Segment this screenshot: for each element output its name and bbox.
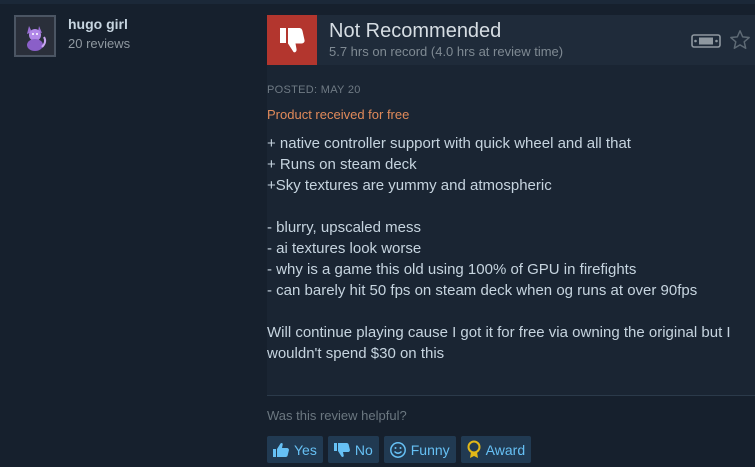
steam-deck-icon — [691, 34, 721, 53]
vote-header[interactable]: Not Recommended 5.7 hrs on record (4.0 h… — [267, 15, 755, 65]
reviewer-name[interactable]: hugo girl — [68, 16, 130, 32]
avatar-cat-icon — [27, 26, 47, 51]
award-label: Award — [485, 441, 526, 458]
divider — [267, 395, 755, 396]
review-line — [267, 301, 737, 322]
no-label: No — [354, 441, 373, 458]
review-card: Not Recommended 5.7 hrs on record (4.0 h… — [267, 15, 755, 467]
review-line: + Runs on steam deck — [267, 156, 417, 173]
rating-buttons: Yes No Funny Award — [267, 436, 536, 463]
review-body: + native controller support with quick w… — [267, 133, 737, 364]
posted-date: POSTED: MAY 20 — [267, 84, 361, 96]
review-line: - why is a game this old using 100% of G… — [267, 261, 637, 278]
hours-on-record: 5.7 hrs on record (4.0 hrs at review tim… — [329, 44, 564, 59]
reviewer-review-count[interactable]: 20 reviews — [68, 36, 130, 51]
funny-label: Funny — [410, 441, 450, 458]
top-separator — [0, 0, 755, 4]
review-verdict: Not Recommended — [329, 20, 502, 42]
review-line: - blurry, upscaled mess — [267, 219, 421, 236]
avatar[interactable] — [14, 15, 56, 57]
helpful-section: Was this review helpful? Yes No Funny Aw… — [267, 395, 755, 467]
award-ribbon-icon — [466, 440, 482, 460]
review-line: +Sky textures are yummy and atmospheric — [267, 177, 552, 194]
thumbs-up-icon — [272, 441, 290, 459]
yes-label: Yes — [294, 441, 317, 458]
award-button[interactable]: Award — [460, 436, 532, 463]
yes-button[interactable]: Yes — [267, 436, 323, 463]
reviewer-block: hugo girl 20 reviews — [14, 15, 130, 57]
no-button[interactable]: No — [327, 436, 379, 463]
star-outline-icon[interactable] — [729, 29, 751, 56]
received-free-note: Product received for free — [267, 107, 410, 122]
thumbs-down-icon — [267, 15, 317, 65]
review-line: Will continue playing cause I got it for… — [267, 324, 731, 362]
thumbs-down-icon — [333, 441, 351, 459]
review-line — [267, 196, 737, 217]
helpful-question: Was this review helpful? — [267, 408, 407, 423]
smiley-icon — [389, 441, 407, 459]
review-line: + native controller support with quick w… — [267, 135, 631, 152]
review-line: - can barely hit 50 fps on steam deck wh… — [267, 282, 698, 299]
review-line: - ai textures look worse — [267, 240, 422, 257]
funny-button[interactable]: Funny — [383, 436, 456, 463]
